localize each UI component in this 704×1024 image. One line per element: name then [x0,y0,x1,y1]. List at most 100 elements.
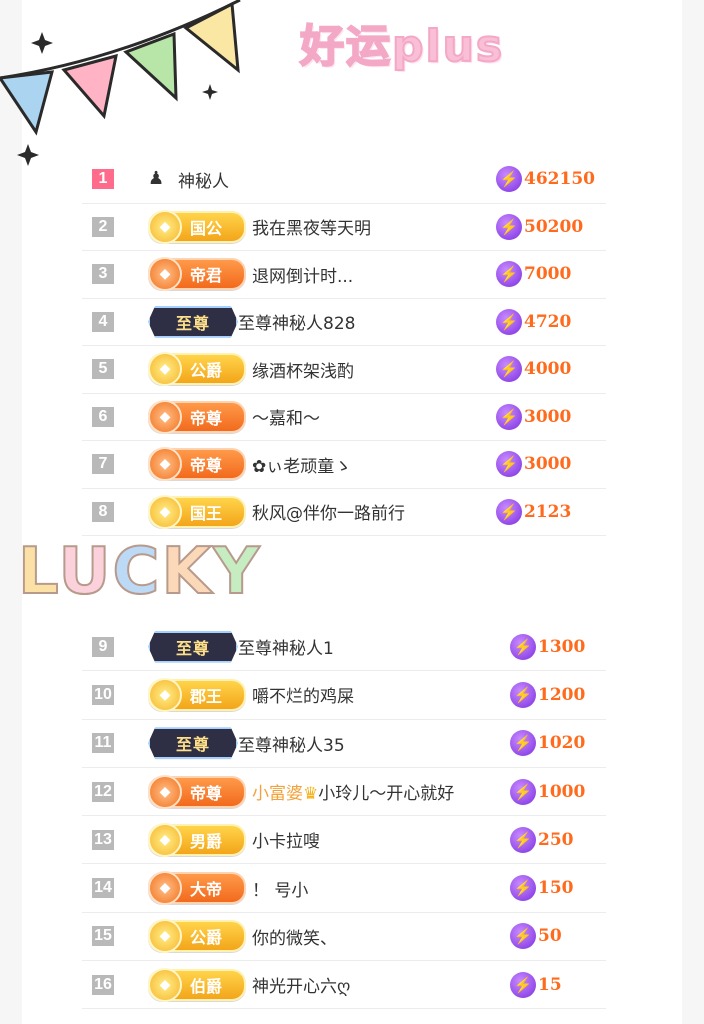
badge-label: 至尊 [175,638,210,658]
user-name[interactable]: 退网倒计时... [252,262,353,287]
list-item[interactable]: 14 ◆ 大帝 ！ 号小 ⚡ 150 [82,864,606,913]
rank-badge: ◆ 公爵 [148,919,246,954]
lightning-icon: ⚡ [510,875,536,902]
lightning-icon: ⚡ [496,356,522,383]
score: ⚡ 2123 [496,498,571,525]
user-name[interactable]: 秋风@伴你一路前行 [252,499,405,524]
user-name-text: ✿ぃ老顽童ゝ [252,456,352,477]
ranking-list-top: 1 ♟ 神秘人 ⚡ 462150 2 ◆ 国公 我在黑夜等天明 ⚡ 50200 3 ◆ 帝君 退网倒计时..… [82,156,606,536]
user-name-text: ～嘉和～ [252,409,320,430]
score: ⚡ 50 [510,923,562,950]
badge-label: 帝尊 [190,783,223,803]
page-title: 好运plus [299,20,505,73]
list-item[interactable]: 12 ◆ 帝尊 小富婆♛小玲儿～开心就好 ⚡ 1000 [82,768,606,817]
rank-number: 10 [92,684,114,705]
score: ⚡ 462150 [496,166,595,193]
lightning-icon: ⚡ [510,633,536,660]
rank-badge: ◆ 帝尊 [148,399,246,434]
list-item[interactable]: 4 至尊 至尊神秘人828 ⚡ 4720 [82,299,606,346]
medal-icon: ◆ [148,494,182,529]
rank-number: 8 [92,501,114,522]
user-name[interactable]: 小富婆♛小玲儿～开心就好 [252,779,454,804]
rank-badge: ◆ 国公 [148,209,246,244]
score-value: 150 [538,878,574,899]
user-name[interactable]: 神光开心六ღ [252,972,350,997]
list-item[interactable]: 8 ◆ 国王 秋风@伴你一路前行 ⚡ 2123 [82,489,606,536]
score-value: 7000 [524,264,572,285]
rank-badge: ◆ 郡王 [148,677,246,712]
score-value: 250 [538,829,574,850]
lightning-icon: ⚡ [510,730,536,757]
rank-number: 16 [92,974,114,995]
score-value: 4000 [524,359,572,380]
list-item[interactable]: 9 至尊 至尊神秘人1 ⚡ 1300 [82,623,606,672]
user-name-text: 神光开心六ღ [252,977,351,998]
medal-icon: ◆ [148,209,182,244]
rank-badge: ◆ 公爵 [148,352,246,387]
user-name[interactable]: ～嘉和～ [252,404,320,429]
user-name[interactable]: 嚼不烂的鸡屎 [252,682,354,707]
lightning-icon: ⚡ [510,971,536,998]
list-item[interactable]: 11 至尊 至尊神秘人35 ⚡ 1020 [82,720,606,768]
user-name-text: 缘酒杯架浅酌 [252,361,354,382]
lightning-icon: ⚡ [496,403,522,430]
score: ⚡ 1300 [510,633,586,660]
medal-icon: ◆ [148,399,182,434]
user-name[interactable]: 至尊神秘人828 [238,309,355,334]
badge-label: 男爵 [190,831,223,851]
rank-badge: ◆ 大帝 [148,871,246,906]
list-item[interactable]: 3 ◆ 帝君 退网倒计时... ⚡ 7000 [82,251,606,299]
list-item[interactable]: 1 ♟ 神秘人 ⚡ 462150 [82,156,606,204]
medal-icon: ◆ [148,352,182,387]
rank-badge: 至尊 [148,305,238,338]
score: ⚡ 3000 [496,403,571,430]
rank-number: 1 [92,169,114,190]
score: ⚡ 1020 [510,730,586,757]
lightning-icon: ⚡ [496,308,522,335]
score: ⚡ 1200 [510,681,585,708]
badge-label: 至尊 [175,735,210,755]
rank-badge: ◆ 国王 [148,494,246,529]
user-name[interactable]: 你的微笑、 [252,924,337,949]
badge-label: 伯爵 [190,976,223,996]
rank-badge: ◆ 帝君 [148,257,246,292]
rank-number: 4 [92,311,114,332]
score-value: 1300 [538,636,586,657]
lucky-text: LUCKY [17,534,262,610]
medal-icon: ◆ [148,257,182,292]
user-name[interactable]: 小卡拉嗖 [252,827,320,852]
list-item[interactable]: 15 ◆ 公爵 你的微笑、 ⚡ 50 [82,913,606,962]
user-name-text: 神秘人 [178,171,229,192]
user-name-text: 至尊神秘人828 [238,314,356,335]
list-item[interactable]: 2 ◆ 国公 我在黑夜等天明 ⚡ 50200 [82,204,606,251]
rank-number: 9 [92,636,114,657]
list-item[interactable]: 10 ◆ 郡王 嚼不烂的鸡屎 ⚡ 1200 [82,671,606,720]
user-name[interactable]: 缘酒杯架浅酌 [252,357,354,382]
list-item[interactable]: 5 ◆ 公爵 缘酒杯架浅酌 ⚡ 4000 [82,346,606,394]
score-value: 50200 [524,216,584,237]
lightning-icon: ⚡ [510,681,536,708]
score-value: 1020 [538,733,586,754]
score: ⚡ 3000 [496,451,572,478]
score-value: 3000 [524,454,572,475]
score: ⚡ 150 [510,875,574,902]
rank-number: 5 [92,359,114,380]
user-name[interactable]: ！ 号小 [252,876,308,901]
user-name[interactable]: 至尊神秘人1 [238,634,334,659]
list-item[interactable]: 16 ◆ 伯爵 神光开心六ღ ⚡ 15 [82,961,606,1010]
user-name[interactable]: ✿ぃ老顽童ゝ [252,452,351,477]
lucky-divider: LUCKY [17,534,262,615]
user-name[interactable]: 神秘人 [178,167,229,192]
rank-badge: ◆ 男爵 [148,822,246,857]
list-item[interactable]: 13 ◆ 男爵 小卡拉嗖 ⚡ 250 [82,816,606,865]
badge-label: 国公 [190,218,223,238]
list-item[interactable]: 6 ◆ 帝尊 ～嘉和～ ⚡ 3000 [82,394,606,441]
user-name[interactable]: 至尊神秘人35 [238,731,345,756]
rank-number: 7 [92,454,114,475]
list-item[interactable]: 7 ◆ 帝尊 ✿ぃ老顽童ゝ ⚡ 3000 [82,441,606,489]
score-value: 4720 [524,311,572,332]
user-name-text: 至尊神秘人35 [238,735,345,756]
rank-badge: 至尊 [148,630,238,663]
user-name[interactable]: 我在黑夜等天明 [252,214,371,239]
medal-icon: ◆ [148,677,182,712]
